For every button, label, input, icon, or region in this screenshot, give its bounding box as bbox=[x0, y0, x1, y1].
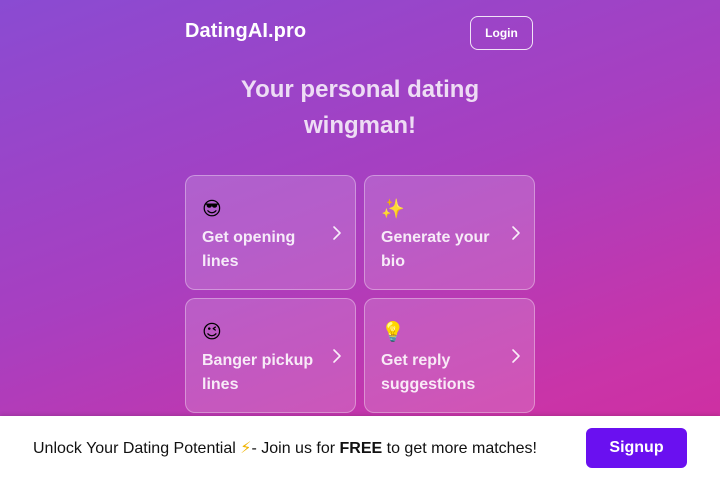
lightning-icon: ⚡ bbox=[240, 438, 252, 457]
hero-title: Your personal dating wingman! bbox=[185, 72, 535, 144]
brand-logo[interactable]: DatingAI.pro bbox=[185, 20, 306, 43]
feature-grid: 😎 Get opening lines ✨ Generate your bio … bbox=[185, 175, 535, 413]
chevron-right-icon bbox=[333, 226, 341, 240]
wink-emoji-icon: 😉 bbox=[202, 321, 222, 343]
banner-text-outro: to get more matches! bbox=[382, 440, 537, 457]
hero-title-line-2: wingman! bbox=[304, 112, 416, 139]
feature-card-generate-bio[interactable]: ✨ Generate your bio bbox=[364, 175, 535, 290]
chevron-right-icon bbox=[512, 349, 520, 363]
login-button[interactable]: Login bbox=[470, 16, 533, 50]
chevron-right-icon bbox=[333, 349, 341, 363]
banner-text: Unlock Your Dating Potential ⚡- Join us … bbox=[33, 438, 537, 458]
signup-button[interactable]: Signup bbox=[586, 428, 687, 468]
feature-card-label: Banger pickup lines bbox=[202, 352, 314, 393]
banner-text-intro: Unlock Your Dating Potential bbox=[33, 440, 241, 457]
hero-title-line-1: Your personal dating bbox=[240, 76, 480, 103]
feature-card-reply-suggestions[interactable]: 💡 Get reply suggestions bbox=[364, 298, 535, 413]
feature-card-opening-lines[interactable]: 😎 Get opening lines bbox=[185, 175, 356, 290]
sunglasses-emoji-icon: 😎 bbox=[202, 198, 222, 220]
feature-card-pickup-lines[interactable]: 😉 Banger pickup lines bbox=[185, 298, 356, 413]
signup-banner: Unlock Your Dating Potential ⚡- Join us … bbox=[0, 416, 720, 480]
chevron-right-icon bbox=[512, 226, 520, 240]
feature-card-label: Generate your bio bbox=[381, 229, 490, 270]
banner-text-free: FREE bbox=[339, 440, 383, 457]
feature-card-label: Get reply suggestions bbox=[381, 352, 476, 393]
banner-text-join: - Join us for bbox=[251, 440, 340, 457]
lightbulb-emoji-icon: 💡 bbox=[381, 321, 405, 343]
feature-card-label: Get opening lines bbox=[202, 229, 296, 270]
sparkles-emoji-icon: ✨ bbox=[381, 198, 405, 220]
